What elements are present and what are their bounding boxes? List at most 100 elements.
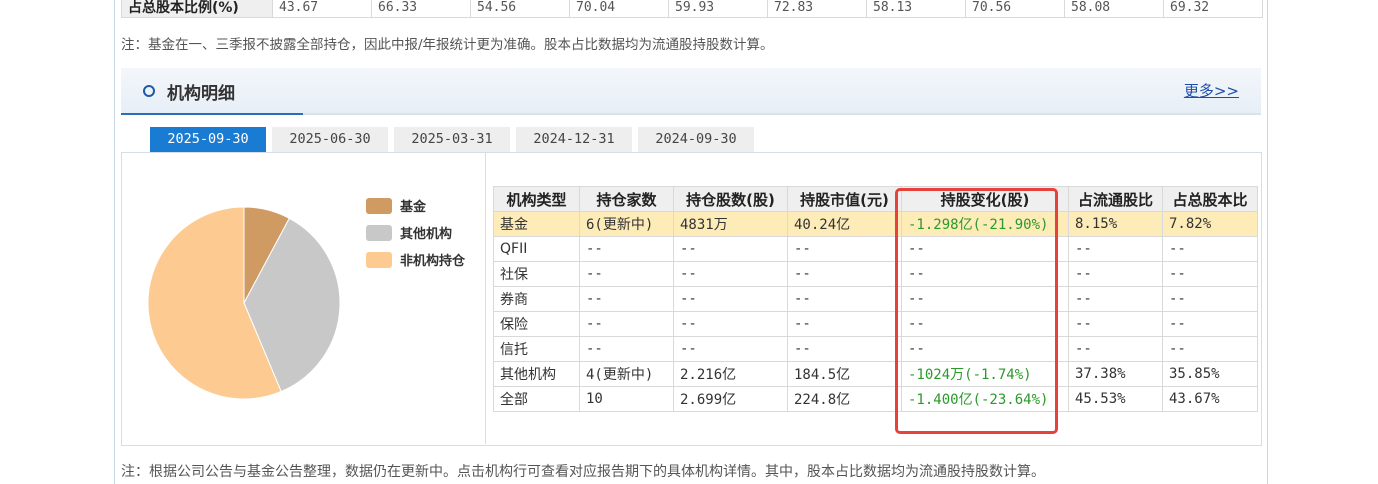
- table-cell: 4(更新中): [579, 361, 674, 387]
- table-cell: 45.53%: [1068, 386, 1163, 412]
- table-cell: --: [1162, 311, 1258, 337]
- table-row[interactable]: 其他机构 4(更新中) 2.216亿 184.5亿 -1024万(-1.74%) 37.3…: [493, 361, 1258, 387]
- table-cell: QFII: [493, 236, 580, 262]
- table-cell: --: [901, 286, 1069, 312]
- tab-2024-12-31[interactable]: 2024-12-31: [516, 127, 632, 152]
- panel-divider: [485, 152, 486, 444]
- legend-swatch: [366, 224, 392, 241]
- holding-pie-chart: [147, 206, 341, 400]
- table-cell: --: [1068, 286, 1163, 312]
- tab-2024-09-30[interactable]: 2024-09-30: [638, 127, 754, 152]
- table-cell: --: [579, 236, 674, 262]
- summary-value-cell: 59.93: [668, 0, 768, 18]
- table-row[interactable]: 券商 -- -- -- -- -- --: [493, 286, 1258, 312]
- summary-value-cell: 70.56: [965, 0, 1065, 18]
- table-cell: --: [1068, 236, 1163, 262]
- legend-item: 其他机构: [366, 219, 465, 246]
- table-row[interactable]: 社保 -- -- -- -- -- --: [493, 261, 1258, 287]
- table-cell: 社保: [493, 261, 580, 287]
- table-cell: 基金: [493, 211, 580, 237]
- table-header-row: 机构类型 持仓家数 持仓股数(股) 持股市值(元) 持股变化(股) 占流通股比 占总股本比: [493, 186, 1258, 212]
- summary-value-cell: 66.33: [371, 0, 471, 18]
- column-header: 持股变化(股): [901, 186, 1069, 212]
- table-cell: 184.5亿: [787, 361, 902, 387]
- table-row[interactable]: 全部 10 2.699亿 224.8亿 -1.400亿(-23.64%) 45.53% 43…: [493, 386, 1258, 412]
- table-cell: --: [1068, 261, 1163, 287]
- legend-swatch: [366, 197, 392, 214]
- section-title: 机构明细: [167, 84, 235, 104]
- table-cell: -1.298亿(-21.90%): [901, 211, 1069, 237]
- tab-2025-03-31[interactable]: 2025-03-31: [394, 127, 510, 152]
- summary-value-cell: 72.83: [767, 0, 867, 18]
- table-cell: 37.38%: [1068, 361, 1163, 387]
- institution-table: 机构类型 持仓家数 持仓股数(股) 持股市值(元) 持股变化(股) 占流通股比 占总股本比 …: [493, 186, 1258, 412]
- legend-item: 非机构持仓: [366, 246, 465, 273]
- pie-legend: 基金其他机构非机构持仓: [366, 192, 465, 273]
- table-cell: --: [787, 286, 902, 312]
- tab-2025-09-30[interactable]: 2025-09-30: [150, 127, 266, 152]
- legend-label: 其他机构: [400, 227, 453, 242]
- table-cell: 4831万: [673, 211, 788, 237]
- column-header: 占流通股比: [1068, 186, 1163, 212]
- table-cell: --: [673, 286, 788, 312]
- table-cell: 224.8亿: [787, 386, 902, 412]
- period-tabs: 2025-09-30 2025-06-30 2025-03-31 2024-12-31…: [150, 127, 754, 152]
- table-cell: 券商: [493, 286, 580, 312]
- legend-item: 基金: [366, 192, 465, 219]
- table-cell: --: [901, 236, 1069, 262]
- legend-swatch: [366, 251, 392, 268]
- column-header: 持仓股数(股): [673, 186, 788, 212]
- table-cell: --: [1068, 311, 1163, 337]
- table-cell: --: [1162, 286, 1258, 312]
- legend-label: 基金: [400, 200, 427, 215]
- table-cell: 40.24亿: [787, 211, 902, 237]
- section-title-underline: [121, 113, 303, 115]
- table-cell: --: [787, 336, 902, 362]
- table-cell: --: [579, 261, 674, 287]
- table-cell: 保险: [493, 311, 580, 337]
- table-row[interactable]: 保险 -- -- -- -- -- --: [493, 311, 1258, 337]
- tab-2025-06-30[interactable]: 2025-06-30: [272, 127, 388, 152]
- table-cell: --: [673, 236, 788, 262]
- table-cell: 2.216亿: [673, 361, 788, 387]
- table-row[interactable]: 基金 6(更新中) 4831万 40.24亿 -1.298亿(-21.90%) 8.15%…: [493, 211, 1258, 237]
- table-row[interactable]: QFII -- -- -- -- -- --: [493, 236, 1258, 262]
- table-cell: --: [673, 261, 788, 287]
- summary-value-cell: 43.67: [272, 0, 372, 18]
- table-cell: --: [1162, 261, 1258, 287]
- circle-bullet-icon: [143, 85, 155, 97]
- section-header: 机构明细 更多>>: [121, 68, 1261, 115]
- table-cell: --: [579, 336, 674, 362]
- table-cell: --: [901, 311, 1069, 337]
- column-header: 持仓家数: [579, 186, 674, 212]
- table-cell: --: [673, 311, 788, 337]
- column-header: 占总股本比: [1162, 186, 1258, 212]
- column-header: 机构类型: [493, 186, 580, 212]
- source-note: 注：根据公司公告与基金公告整理，数据仍在更新中。点击机构行可查看对应报告期下的具…: [121, 464, 1045, 480]
- table-cell: 7.82%: [1162, 211, 1258, 237]
- table-cell: --: [787, 261, 902, 287]
- table-cell: 8.15%: [1068, 211, 1163, 237]
- top-summary-table: 占总股本比例(%) 43.67 66.33 54.56 70.04 59.93 72.83…: [121, 0, 1263, 18]
- table-cell: 其他机构: [493, 361, 580, 387]
- table-cell: 43.67%: [1162, 386, 1258, 412]
- table-cell: --: [787, 311, 902, 337]
- legend-label: 非机构持仓: [400, 254, 466, 269]
- row-label: 占总股本比例(%): [121, 0, 273, 18]
- table-cell: -1.400亿(-23.64%): [901, 386, 1069, 412]
- summary-value-cell: 54.56: [470, 0, 570, 18]
- table-cell: --: [1162, 336, 1258, 362]
- table-cell: --: [901, 261, 1069, 287]
- table-row[interactable]: 信托 -- -- -- -- -- --: [493, 336, 1258, 362]
- summary-value-cell: 58.13: [866, 0, 966, 18]
- table-cell: --: [579, 286, 674, 312]
- table-cell: 10: [579, 386, 674, 412]
- summary-value-cell: 69.32: [1163, 0, 1263, 18]
- table-cell: 全部: [493, 386, 580, 412]
- more-link[interactable]: 更多>>: [1184, 80, 1239, 101]
- table-cell: 35.85%: [1162, 361, 1258, 387]
- table-cell: 2.699亿: [673, 386, 788, 412]
- column-header: 持股市值(元): [787, 186, 902, 212]
- table-cell: -1024万(-1.74%): [901, 361, 1069, 387]
- table-cell: --: [787, 236, 902, 262]
